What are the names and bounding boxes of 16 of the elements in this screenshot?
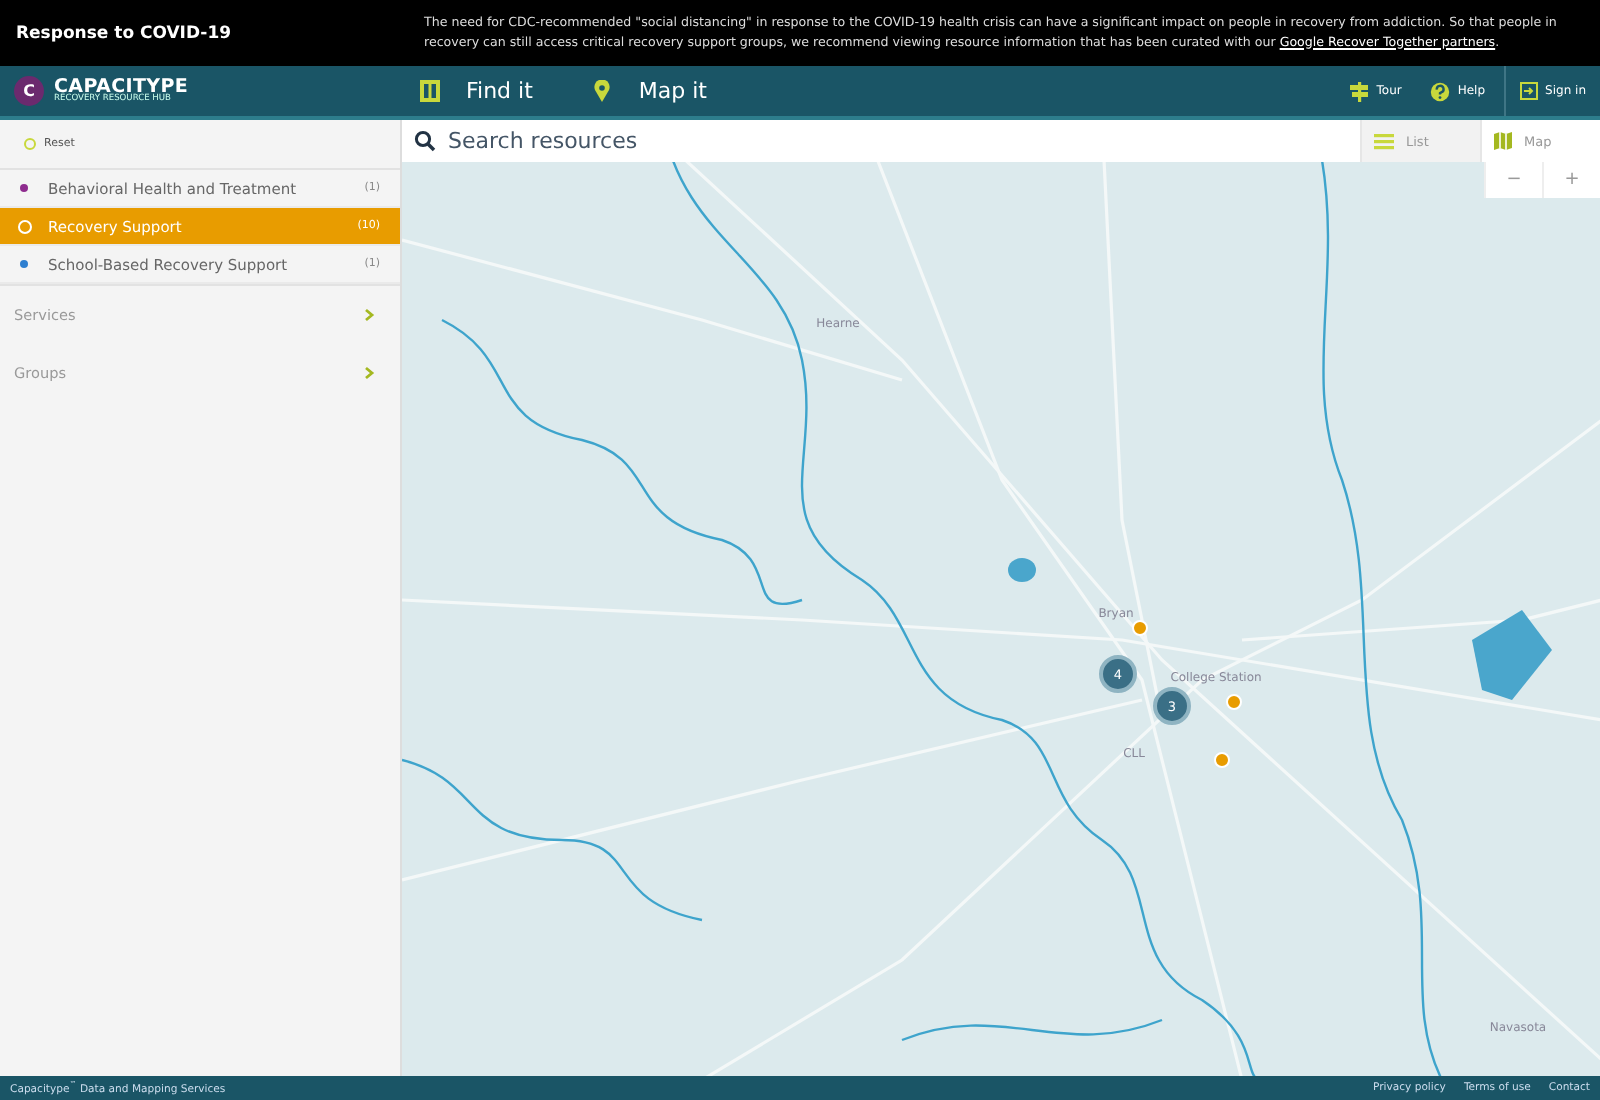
search-input[interactable]: Search resources [444,126,1360,156]
sign-in-icon [1519,82,1538,100]
search-icon [414,130,436,152]
list-icon [1374,132,1394,150]
map-pin-icon [592,80,613,102]
nav-link[interactable]: Find it [420,78,533,104]
zoom-out-button[interactable]: − [1484,162,1542,198]
nav-link[interactable]: Map it [592,78,707,104]
signpost-icon [1350,81,1369,101]
book-icon [420,80,440,102]
banner-title: Response to COVID-19 [16,23,234,43]
zoom-in-button[interactable]: + [1542,162,1600,198]
category-dot [17,219,31,233]
help-icon [1429,81,1450,101]
map-icon [1494,132,1512,150]
logo-badge: C [14,76,44,106]
